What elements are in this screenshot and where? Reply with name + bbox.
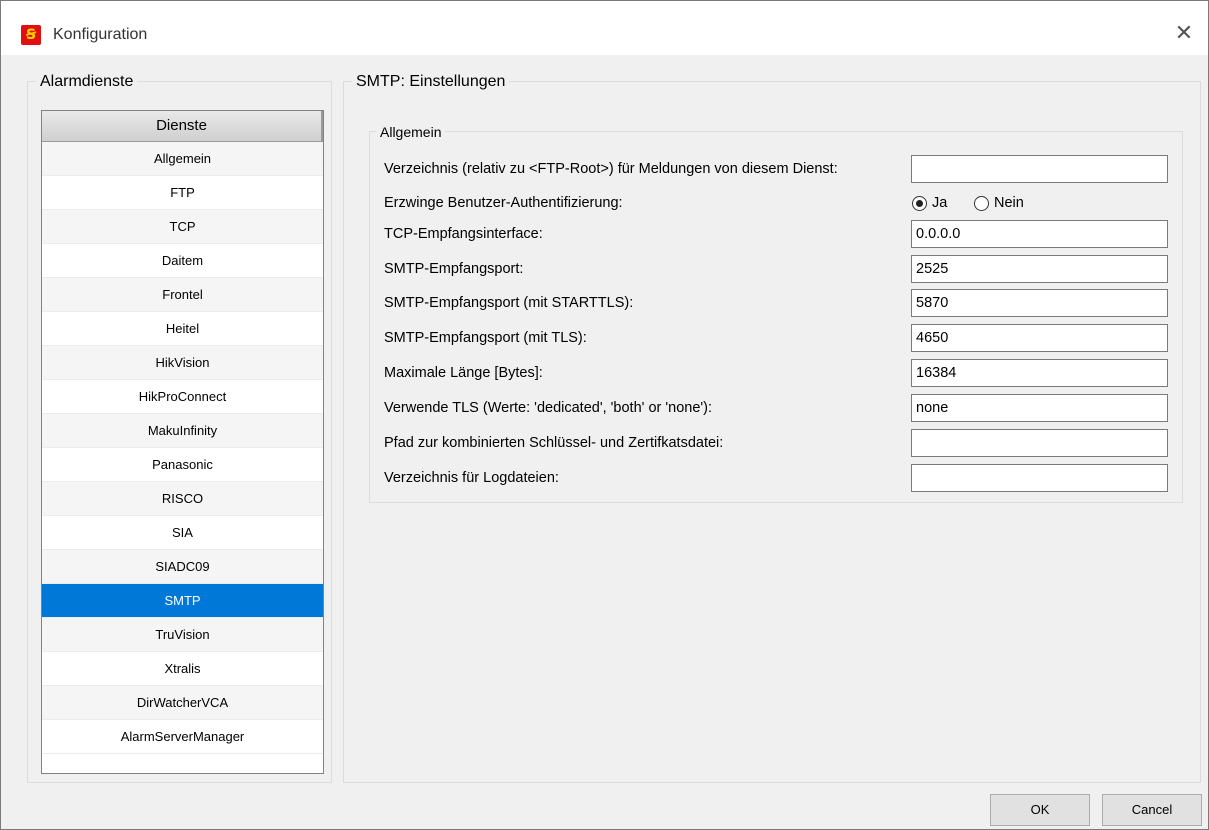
service-item-siadc09[interactable]: SIADC09 [42,550,323,584]
log-dir-label: Verzeichnis für Logdateien: [384,470,559,486]
service-item-tcp[interactable]: TCP [42,210,323,244]
service-item-risco[interactable]: RISCO [42,482,323,516]
max-len-label: Maximale Länge [Bytes]: [384,365,543,381]
alarm-services-title: Alarmdienste [36,73,138,91]
service-item-heitel[interactable]: Heitel [42,312,323,346]
smtp-port-tls-input[interactable] [911,324,1168,352]
auth-yes-label: Ja [932,195,948,211]
smtp-port-starttls-input[interactable] [911,289,1168,317]
service-item-daitem[interactable]: Daitem [42,244,323,278]
auth-yes-radio[interactable]: Ja [912,193,947,213]
cancel-button[interactable]: Cancel [1102,794,1202,826]
title-bar: Ꞩ Konfiguration ✕ [1,1,1208,55]
service-item-ftp[interactable]: FTP [42,176,323,210]
auth-row: Erzwinge Benutzer-Authentifizierung: Ja … [384,189,1174,217]
window-title: Konfiguration [53,26,148,43]
auth-no-label: Nein [994,195,1024,211]
cert-path-label: Pfad zur kombinierten Schlüssel- und Zer… [384,435,724,451]
cert-path-input[interactable] [911,429,1168,457]
close-icon[interactable]: ✕ [1168,19,1200,49]
service-item-panasonic[interactable]: Panasonic [42,448,323,482]
service-item-makuinfinity[interactable]: MakuInfinity [42,414,323,448]
log-dir-input[interactable] [911,464,1168,492]
service-item-xtralis[interactable]: Xtralis [42,652,323,686]
service-item-smtp[interactable]: SMTP [42,584,323,618]
service-item-hikvision[interactable]: HikVision [42,346,323,380]
tcp-iface-input[interactable] [911,220,1168,248]
general-subgroup-title: Allgemein [376,123,446,141]
service-item-alarmservermanager[interactable]: AlarmServerManager [42,720,323,754]
use-tls-row: Verwende TLS (Werte: 'dedicated', 'both'… [384,394,1174,422]
smtp-port-tls-row: SMTP-Empfangsport (mit TLS): [384,324,1174,352]
config-window: Ꞩ Konfiguration ✕ Alarmdienste Dienste A… [0,0,1209,830]
tcp-iface-row: TCP-Empfangsinterface: [384,220,1174,248]
auth-no-radio[interactable]: Nein [974,193,1024,213]
smtp-port-row: SMTP-Empfangsport: [384,255,1174,283]
max-len-input[interactable] [911,359,1168,387]
use-tls-input[interactable] [911,394,1168,422]
smtp-port-label: SMTP-Empfangsport: [384,261,524,277]
log-dir-row: Verzeichnis für Logdateien: [384,464,1174,492]
ftp-dir-label: Verzeichnis (relativ zu <FTP-Root>) für … [384,161,838,177]
smtp-settings-group: SMTP: Einstellungen Allgemein Verzeichni… [343,73,1201,783]
smtp-port-starttls-row: SMTP-Empfangsport (mit STARTTLS): [384,289,1174,317]
services-list[interactable]: Dienste Allgemein FTP TCP Daitem Frontel Heit… [41,110,324,774]
service-item-truvision[interactable]: TruVision [42,618,323,652]
smtp-port-starttls-label: SMTP-Empfangsport (mit STARTTLS): [384,295,634,311]
app-logo-icon: Ꞩ [21,25,41,45]
services-list-header[interactable]: Dienste [42,111,323,142]
service-item-sia[interactable]: SIA [42,516,323,550]
ftp-dir-row: Verzeichnis (relativ zu <FTP-Root>) für … [384,155,1174,183]
use-tls-label: Verwende TLS (Werte: 'dedicated', 'both'… [384,400,713,416]
ok-button[interactable]: OK [990,794,1090,826]
service-item-hikproconnect[interactable]: HikProConnect [42,380,323,414]
ftp-dir-input[interactable] [911,155,1168,183]
service-item-dirwatchervca[interactable]: DirWatcherVCA [42,686,323,720]
general-subgroup: Allgemein Verzeichnis (relativ zu <FTP-R… [369,123,1183,503]
smtp-port-input[interactable] [911,255,1168,283]
smtp-port-tls-label: SMTP-Empfangsport (mit TLS): [384,330,587,346]
alarm-services-group: Alarmdienste Dienste Allgemein FTP TCP Dait… [27,73,332,783]
settings-title: SMTP: Einstellungen [352,73,510,91]
max-len-row: Maximale Länge [Bytes]: [384,359,1174,387]
auth-label: Erzwinge Benutzer-Authentifizierung: [384,195,623,211]
radio-checked-icon [912,195,927,211]
radio-unchecked-icon [974,195,989,211]
tcp-iface-label: TCP-Empfangsinterface: [384,226,543,242]
cert-path-row: Pfad zur kombinierten Schlüssel- und Zer… [384,429,1174,457]
service-item-allgemein[interactable]: Allgemein [42,142,323,176]
service-item-frontel[interactable]: Frontel [42,278,323,312]
